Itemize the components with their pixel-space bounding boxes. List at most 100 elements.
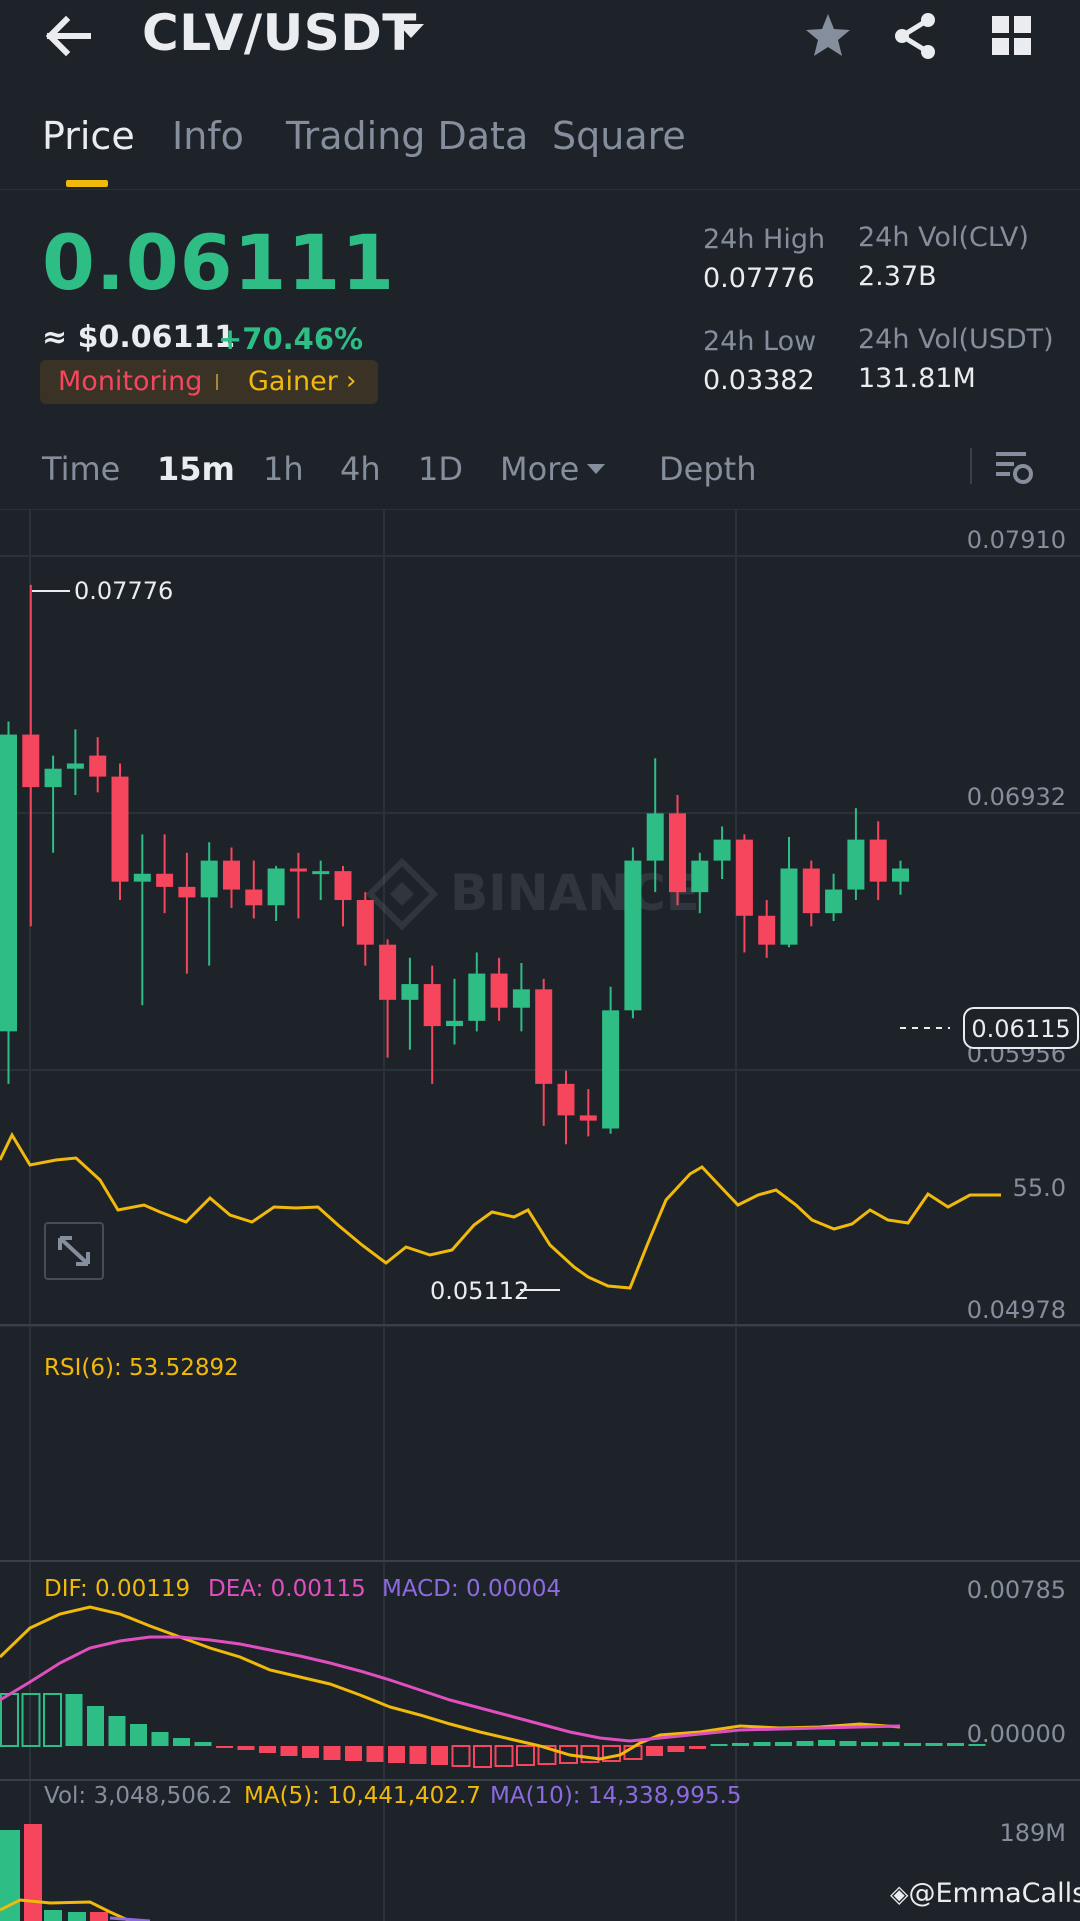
macd-bar bbox=[259, 1746, 276, 1753]
binance-watermark-logo: BINANCE bbox=[365, 857, 700, 931]
tab-info[interactable]: Info bbox=[172, 114, 244, 158]
candle-body bbox=[312, 871, 330, 875]
macd-bar bbox=[280, 1746, 298, 1756]
candle-body bbox=[847, 839, 865, 890]
macd-bar bbox=[302, 1746, 319, 1758]
macd-bar bbox=[366, 1746, 384, 1762]
back-arrow-icon[interactable] bbox=[40, 8, 100, 64]
macd-bar bbox=[0, 1693, 19, 1747]
macd-bar bbox=[216, 1746, 233, 1748]
share-icon[interactable] bbox=[888, 8, 944, 64]
interval-15m[interactable]: 15m bbox=[157, 450, 235, 488]
dea-label: DEA: 0.00115 bbox=[208, 1576, 366, 1602]
credit-watermark: ◈@EmmaCalls bbox=[890, 1878, 1080, 1909]
macd-bar bbox=[173, 1738, 190, 1746]
candle-body bbox=[535, 989, 553, 1084]
low-label: 24h Low bbox=[703, 326, 817, 357]
grid-menu-icon[interactable] bbox=[984, 8, 1040, 64]
usd-price: ≈ $0.06111 bbox=[42, 320, 236, 355]
last-price: 0.06111 bbox=[42, 218, 396, 307]
interval-more[interactable]: More bbox=[500, 450, 579, 488]
fullscreen-expand-icon[interactable] bbox=[44, 1222, 104, 1280]
tab-price[interactable]: Price bbox=[42, 114, 135, 158]
favorite-star-icon[interactable] bbox=[800, 8, 856, 64]
gainer-tag[interactable]: Gainer bbox=[248, 366, 338, 397]
interval-1d[interactable]: 1D bbox=[418, 450, 463, 488]
interval-1h[interactable]: 1h bbox=[263, 450, 304, 488]
current-price-tag[interactable]: 0.06115 bbox=[963, 1007, 1079, 1049]
pair-dropdown-icon[interactable] bbox=[398, 24, 424, 38]
tab-bar: Price Info Trading Data Square bbox=[0, 100, 1080, 190]
pane-separators bbox=[0, 1324, 1080, 1781]
candle-body bbox=[200, 860, 218, 898]
more-dropdown-icon[interactable] bbox=[587, 464, 605, 474]
candle-body bbox=[691, 860, 709, 893]
vol-base-label: 24h Vol(CLV) bbox=[858, 222, 1029, 253]
macd-bar bbox=[388, 1746, 405, 1763]
volume-bars bbox=[0, 1824, 108, 1921]
macd-bar bbox=[796, 1741, 814, 1746]
depth-tab[interactable]: Depth bbox=[659, 450, 756, 488]
macd-bar bbox=[861, 1742, 878, 1746]
macd-bar bbox=[323, 1746, 341, 1760]
macd-bar bbox=[882, 1742, 900, 1746]
price-axis-tick: 0.07910 bbox=[967, 526, 1066, 554]
macd-bar bbox=[689, 1746, 706, 1749]
tag-bar[interactable]: Monitoring Gainer › bbox=[40, 360, 378, 404]
candle-body bbox=[334, 871, 352, 901]
candle-body bbox=[869, 839, 887, 882]
candle-body bbox=[758, 915, 776, 945]
macd-bar bbox=[194, 1742, 212, 1746]
low-marker-label: 0.05112 bbox=[430, 1277, 529, 1305]
price-axis-tick: 0.04978 bbox=[967, 1296, 1066, 1324]
candle-body bbox=[468, 973, 486, 1021]
interval-4h[interactable]: 4h bbox=[340, 450, 381, 488]
macd-bar bbox=[65, 1694, 83, 1746]
macd-bar bbox=[237, 1746, 255, 1750]
rsi-label: RSI(6): 53.52892 bbox=[44, 1355, 239, 1381]
vol-quote-label: 24h Vol(USDT) bbox=[858, 324, 1054, 355]
chart-settings-icon[interactable] bbox=[994, 446, 1034, 488]
macd-bar bbox=[646, 1746, 663, 1756]
tab-trading-data[interactable]: Trading Data bbox=[286, 114, 528, 158]
macd-bar bbox=[904, 1743, 921, 1746]
macd-histogram bbox=[0, 1693, 986, 1768]
candle-body bbox=[379, 944, 397, 1000]
chart-grid bbox=[0, 510, 1080, 1921]
macd-bar bbox=[451, 1745, 471, 1767]
candle-body bbox=[423, 984, 441, 1027]
macd-bar bbox=[431, 1746, 448, 1765]
pair-title[interactable]: CLV/USDT bbox=[142, 4, 417, 62]
macd-bar bbox=[108, 1716, 126, 1746]
dif-label: DIF: 0.00119 bbox=[44, 1576, 191, 1602]
macd-bar bbox=[151, 1732, 169, 1746]
macd-bar bbox=[710, 1744, 728, 1746]
low-value: 0.03382 bbox=[703, 365, 815, 396]
candle-body bbox=[892, 868, 909, 882]
watermark-text: BINANCE bbox=[450, 864, 700, 922]
monitoring-tag[interactable]: Monitoring bbox=[58, 366, 202, 397]
rsi-axis-tick: 55.0 bbox=[1013, 1174, 1066, 1202]
macd-label: MACD: 0.00004 bbox=[382, 1576, 562, 1602]
macd-bar bbox=[947, 1743, 964, 1746]
interval-divider bbox=[970, 448, 972, 484]
current-price-tag-label: 0.06115 bbox=[971, 1015, 1070, 1043]
candle-body bbox=[267, 868, 285, 906]
rsi-line bbox=[0, 1131, 1001, 1290]
macd-bar bbox=[87, 1706, 104, 1746]
candle-body bbox=[557, 1083, 575, 1116]
high-value: 0.07776 bbox=[703, 263, 815, 294]
candle-body bbox=[178, 886, 196, 898]
candle-body bbox=[356, 900, 374, 945]
candle-body bbox=[669, 813, 686, 893]
macd-bar bbox=[732, 1743, 749, 1746]
candle-body bbox=[646, 813, 664, 861]
candle-body bbox=[713, 839, 731, 861]
tag-separator bbox=[216, 374, 218, 390]
tab-square[interactable]: Square bbox=[552, 114, 686, 158]
interval-time[interactable]: Time bbox=[42, 450, 120, 488]
chart-canvas[interactable]: BINANCE 0.07910 0.06932 0.05956 0.04978 … bbox=[0, 510, 1080, 1921]
macd-bar bbox=[409, 1746, 427, 1764]
active-tab-indicator bbox=[66, 180, 108, 187]
macd-bar bbox=[753, 1742, 771, 1746]
